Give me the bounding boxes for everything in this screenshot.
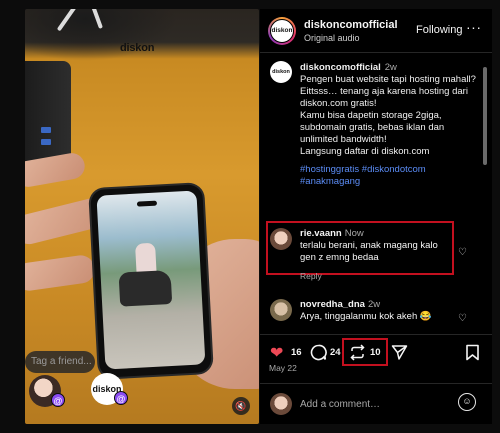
comment-text: Arya, tinggalanmu kok akeh 😂 xyxy=(300,311,432,322)
header-username[interactable]: diskoncomofficial xyxy=(304,19,398,31)
phone-screen-image xyxy=(96,190,206,370)
add-comment-bar: ☺ xyxy=(260,383,492,424)
like-count: 16 xyxy=(291,347,302,358)
post-media-video[interactable]: diskon Tag a friend... @ diskon @ xyxy=(25,9,259,424)
caption-time: 2w xyxy=(384,62,397,73)
caption-line: Kamu bisa dapetin storage 2giga, subdoma… xyxy=(300,110,445,145)
mute-icon[interactable]: 🔇 xyxy=(232,397,250,415)
like-heart-icon[interactable]: ❤ xyxy=(270,343,283,363)
motorbike-image xyxy=(118,269,173,307)
comment-body: novredha_dna 2w Arya, tinggalanmu kok ake… xyxy=(300,299,450,323)
tag-badge-icon: @ xyxy=(114,391,128,405)
repost-count: 10 xyxy=(370,347,381,358)
comment-time: Now xyxy=(344,228,364,239)
share-send-icon[interactable] xyxy=(391,344,408,361)
caption-line: Eittsss… tenang aja karena hosting dari … xyxy=(300,86,468,109)
repost-icon[interactable] xyxy=(349,344,366,361)
caption-hashtags[interactable]: #hostinggratis #diskondotcom #anakmagang xyxy=(300,164,480,188)
cable-image xyxy=(56,9,78,32)
comment-avatar[interactable] xyxy=(270,299,292,321)
comment-avatar[interactable] xyxy=(270,228,292,250)
comment-like-icon[interactable]: ♡ xyxy=(458,313,467,324)
comment-like-icon[interactable]: ♡ xyxy=(458,247,467,258)
post-caption: diskoncomofficial 2w Pengen buat website … xyxy=(300,62,480,188)
caption-username[interactable]: diskoncomofficial xyxy=(300,62,381,73)
emoji-icon[interactable]: ☺ xyxy=(458,393,476,411)
profile-avatar-logo: diskon xyxy=(270,19,294,43)
tag-friend-input[interactable]: Tag a friend... xyxy=(25,351,95,373)
add-comment-input[interactable] xyxy=(300,396,450,412)
hand-image xyxy=(25,253,97,293)
brand-sticker: diskon xyxy=(120,42,155,54)
tag-badge-icon: @ xyxy=(51,393,65,407)
caption-line: Langsung daftar di diskon.com xyxy=(300,146,430,157)
caption-line: Pengen buat website tapi hosting mahall? xyxy=(300,74,476,85)
post-details-panel: diskon diskoncomofficial Original audio … xyxy=(260,9,492,424)
comment-text: terlalu berani, anak magang kalo gen z e… xyxy=(300,240,438,263)
bookmark-icon[interactable] xyxy=(465,344,480,361)
laptop-image xyxy=(25,61,71,169)
comments-scrollbar[interactable] xyxy=(483,67,487,165)
cable-image xyxy=(91,9,103,29)
phone-notch xyxy=(136,200,158,207)
laptop-port-image xyxy=(41,139,51,145)
following-button[interactable]: Following xyxy=(416,24,462,36)
phone-image xyxy=(90,184,212,378)
profile-avatar[interactable]: diskon xyxy=(268,17,296,45)
reply-button[interactable]: Reply xyxy=(300,271,322,281)
post-header: diskon diskoncomofficial Original audio … xyxy=(260,9,492,53)
post-date: May 22 xyxy=(269,363,297,373)
caption-avatar[interactable]: diskon xyxy=(270,61,292,83)
laptop-port-image xyxy=(41,127,51,133)
comment-count: 24 xyxy=(330,347,341,358)
comment-time: 2w xyxy=(367,299,381,310)
current-user-avatar xyxy=(270,393,292,415)
more-options-icon[interactable]: ··· xyxy=(466,19,482,35)
comment-username[interactable]: novredha_dna xyxy=(300,299,365,310)
comment-username[interactable]: rie.vaann xyxy=(300,228,342,239)
audio-label[interactable]: Original audio xyxy=(304,33,360,43)
comment-icon[interactable] xyxy=(310,344,327,361)
comment-body: rie.vaann Now terlalu berani, anak magang… xyxy=(300,228,450,264)
